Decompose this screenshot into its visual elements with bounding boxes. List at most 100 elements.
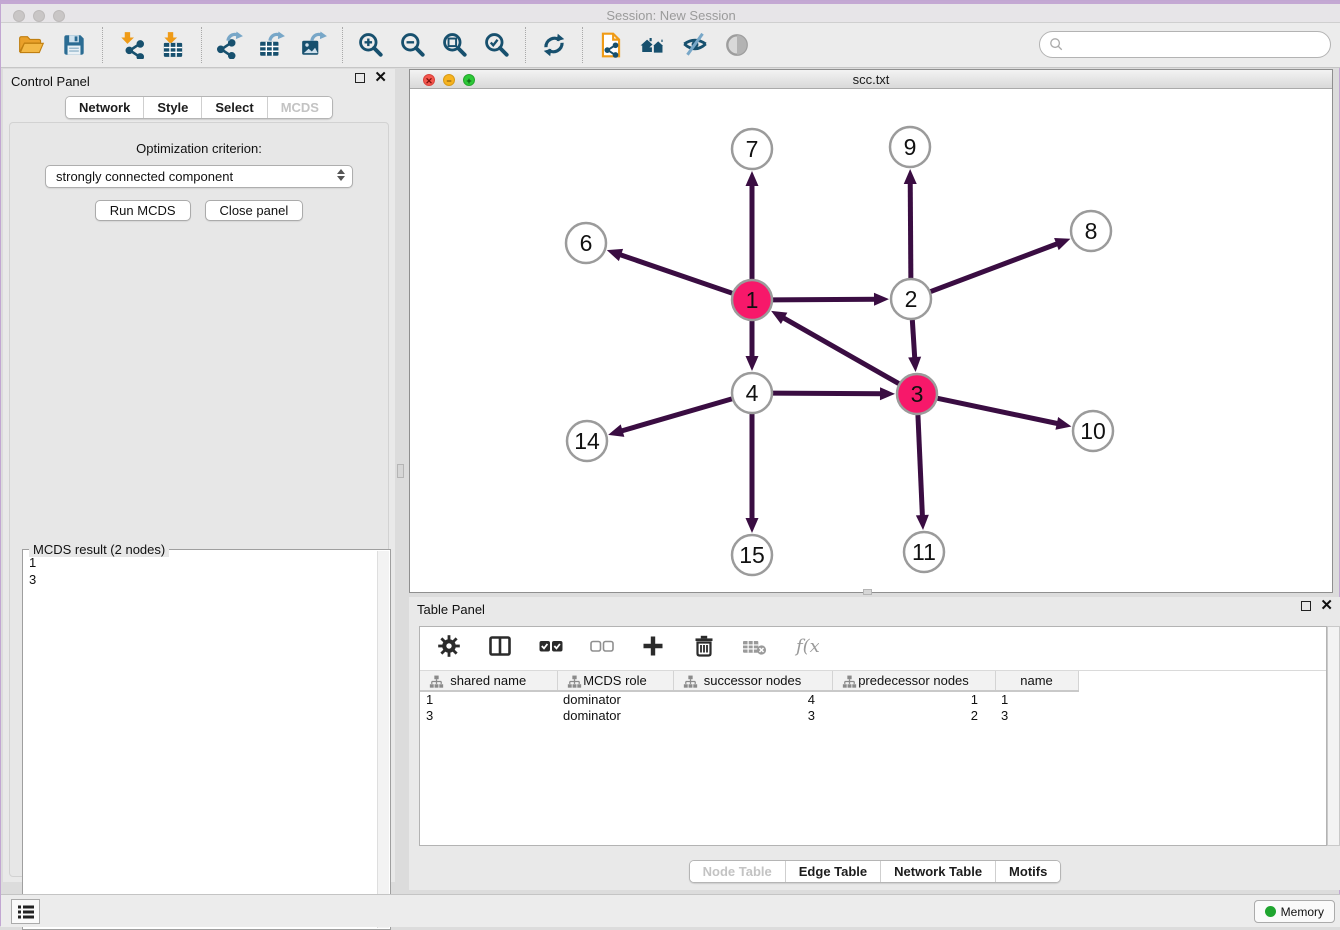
add-column-button[interactable] — [640, 633, 666, 664]
table-toolbar: f(x) — [420, 627, 1326, 671]
first-neighbors-button[interactable] — [636, 28, 670, 62]
table-row[interactable]: 3dominator323 — [420, 707, 1326, 723]
column-namespace-icon — [567, 675, 582, 689]
close-panel-icon[interactable]: ✕ — [374, 73, 387, 83]
optimization-criterion-value: strongly connected component — [56, 169, 233, 184]
tab-mcds[interactable]: MCDS — [267, 97, 332, 118]
cell-predecessor-nodes[interactable]: 2 — [832, 707, 995, 723]
export-table-button[interactable] — [255, 28, 289, 62]
edge-arrow-1-6 — [607, 249, 623, 261]
hide-selected-button[interactable] — [678, 28, 712, 62]
network-from-selection-button[interactable] — [594, 28, 628, 62]
cell-MCDS-role[interactable]: dominator — [557, 707, 673, 723]
edge-3-1[interactable] — [782, 317, 899, 384]
search-input[interactable] — [1039, 31, 1331, 58]
edge-2-3[interactable] — [912, 320, 915, 360]
close-panel-button[interactable]: Close panel — [205, 200, 304, 221]
mcds-panel: Optimization criterion: strongly connect… — [9, 122, 389, 877]
edge-3-11[interactable] — [918, 415, 923, 518]
svg-text:f(x): f(x) — [794, 636, 819, 657]
export-network-button[interactable] — [213, 28, 247, 62]
table-row[interactable]: 1dominator411 — [420, 691, 1326, 707]
add-column-icon — [640, 633, 666, 659]
cell-shared-name[interactable]: 3 — [420, 707, 557, 723]
apply-layout-button[interactable] — [537, 28, 571, 62]
network-window-titlebar: ✕ − + scc.txt — [410, 70, 1332, 89]
splitter-handle-horizontal[interactable] — [863, 589, 872, 595]
open-session-button[interactable] — [15, 28, 49, 62]
function-builder-button: f(x) — [793, 633, 819, 664]
zoom-selected-button[interactable] — [480, 28, 514, 62]
column-header-name[interactable]: name — [995, 671, 1078, 691]
table-scrollbar[interactable] — [1327, 626, 1340, 846]
tab-motifs[interactable]: Motifs — [995, 861, 1060, 882]
table-options-gear-button[interactable] — [436, 633, 462, 664]
tab-style[interactable]: Style — [143, 97, 201, 118]
edge-4-14[interactable] — [620, 399, 732, 432]
edge-2-9[interactable] — [910, 181, 911, 278]
function-builder-icon: f(x) — [793, 633, 819, 659]
float-table-panel-icon[interactable] — [1301, 601, 1311, 611]
edge-2-8[interactable] — [931, 243, 1060, 292]
tab-network-table[interactable]: Network Table — [880, 861, 995, 882]
tab-node-table[interactable]: Node Table — [690, 861, 785, 882]
zoom-out-icon — [399, 31, 427, 59]
delete-column-icon — [691, 633, 717, 659]
column-header-MCDS-role[interactable]: MCDS role — [557, 671, 673, 691]
close-table-panel-icon[interactable]: ✕ — [1320, 601, 1333, 611]
cell-successor-nodes[interactable]: 3 — [673, 707, 832, 723]
cell-name[interactable]: 1 — [995, 691, 1078, 707]
tab-edge-table[interactable]: Edge Table — [785, 861, 880, 882]
import-network-button[interactable] — [114, 28, 148, 62]
save-session-button[interactable] — [57, 28, 91, 62]
edge-4-3[interactable] — [773, 393, 883, 394]
column-header-predecessor-nodes[interactable]: predecessor nodes — [832, 671, 995, 691]
task-history-button[interactable] — [11, 899, 40, 924]
delete-table-button — [742, 633, 768, 664]
tab-network[interactable]: Network — [66, 97, 143, 118]
table-options-gear-icon — [436, 633, 462, 659]
zoom-in-icon — [357, 31, 385, 59]
optimization-criterion-select[interactable]: strongly connected component — [45, 165, 353, 188]
run-mcds-button[interactable]: Run MCDS — [95, 200, 191, 221]
first-neighbors-icon — [639, 31, 667, 59]
node-label-14: 14 — [574, 428, 600, 454]
cell-filler — [1078, 691, 1326, 707]
select-stepper-icon — [337, 169, 345, 181]
import-table-button[interactable] — [156, 28, 190, 62]
result-scrollbar[interactable] — [377, 551, 389, 928]
network-window-title: scc.txt — [410, 72, 1332, 87]
edge-1-6[interactable] — [618, 254, 732, 293]
column-namespace-icon — [842, 675, 857, 689]
zoom-in-button[interactable] — [354, 28, 388, 62]
edge-arrow-2-9 — [904, 169, 917, 184]
save-session-icon — [60, 31, 88, 59]
cell-name[interactable]: 3 — [995, 707, 1078, 723]
cell-shared-name[interactable]: 1 — [420, 691, 557, 707]
node-label-15: 15 — [739, 542, 765, 568]
delete-column-button[interactable] — [691, 633, 717, 664]
export-network-icon — [216, 31, 244, 59]
mcds-result-text[interactable]: 1 3 — [24, 552, 377, 928]
splitter-handle-vertical[interactable] — [397, 464, 404, 478]
column-header-successor-nodes[interactable]: successor nodes — [673, 671, 832, 691]
select-all-checkboxes-button[interactable] — [538, 633, 564, 664]
show-column-panel-icon — [487, 633, 513, 659]
network-canvas[interactable]: 7968124314101511 — [410, 89, 1332, 592]
cell-MCDS-role[interactable]: dominator — [557, 691, 673, 707]
memory-button[interactable]: Memory — [1254, 900, 1335, 923]
toolbar-separator — [201, 27, 202, 63]
edge-3-10[interactable] — [938, 398, 1060, 424]
edge-1-2[interactable] — [773, 299, 877, 300]
export-image-icon — [300, 31, 328, 59]
show-column-panel-button[interactable] — [487, 633, 513, 664]
zoom-out-button[interactable] — [396, 28, 430, 62]
export-image-button[interactable] — [297, 28, 331, 62]
column-header-shared-name[interactable]: shared name — [420, 671, 557, 691]
zoom-fit-button[interactable] — [438, 28, 472, 62]
tab-select[interactable]: Select — [201, 97, 266, 118]
deselect-all-checkboxes-button[interactable] — [589, 633, 615, 664]
float-panel-icon[interactable] — [355, 73, 365, 83]
cell-successor-nodes[interactable]: 4 — [673, 691, 832, 707]
cell-predecessor-nodes[interactable]: 1 — [832, 691, 995, 707]
